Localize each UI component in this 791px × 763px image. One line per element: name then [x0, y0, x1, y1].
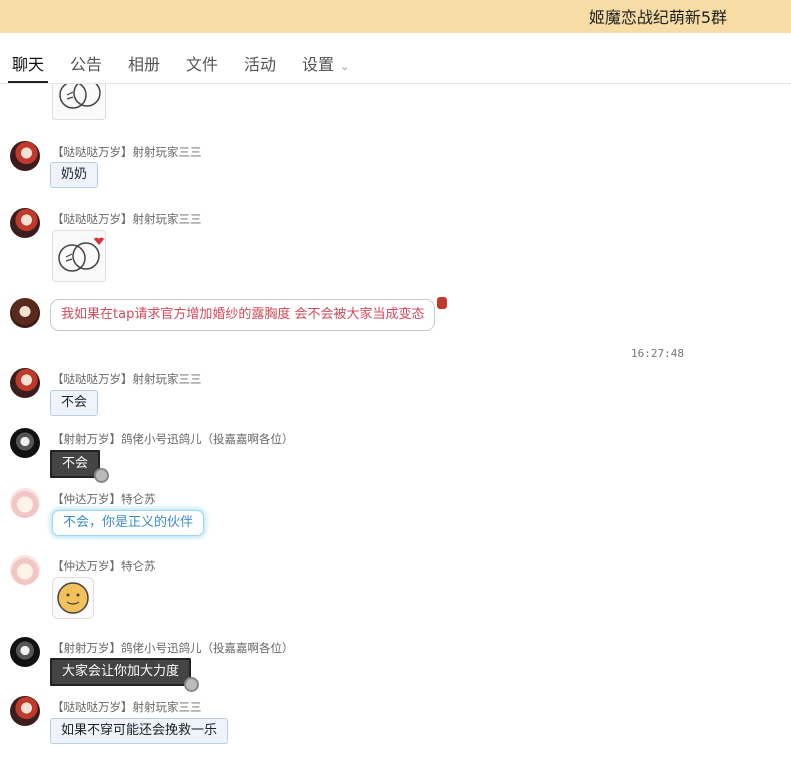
gear-icon: [94, 468, 109, 483]
sticker-image[interactable]: [52, 230, 106, 282]
avatar[interactable]: [10, 298, 40, 328]
chat-area[interactable]: 【哒哒哒万岁】射射玩家三三 奶奶 【哒哒哒万岁】射射玩家三三 我如果在tap请求…: [0, 84, 791, 763]
sender-name: 【射射万岁】鸽佬小号迅鸽儿（投嘉嘉啊各位）: [52, 432, 294, 446]
chevron-down-icon: ⌄: [340, 60, 350, 73]
sticker-image[interactable]: [52, 577, 94, 619]
gear-icon: [184, 677, 199, 692]
avatar[interactable]: [10, 488, 40, 518]
message-bubble[interactable]: 不会: [50, 390, 99, 416]
tab-bar: 聊天 公告 相册 文件 活动 设置 ⌄: [0, 33, 791, 84]
avatar[interactable]: [10, 368, 40, 398]
sender-name: 【仲达万岁】特仑苏: [52, 559, 156, 573]
avatar[interactable]: [10, 428, 40, 458]
sender-name: 【哒哒哒万岁】射射玩家三三: [52, 212, 202, 226]
bow-decoration-icon: [437, 297, 447, 309]
message-bubble[interactable]: 不会: [50, 450, 101, 478]
sticker-image[interactable]: [52, 84, 106, 120]
avatar[interactable]: [10, 637, 40, 667]
tab-chat[interactable]: 聊天: [12, 51, 44, 75]
tab-settings-label: 设置: [302, 55, 335, 74]
message-bubble[interactable]: 大家会让你加大力度: [50, 658, 192, 686]
sender-name: 【哒哒哒万岁】射射玩家三三: [52, 700, 202, 714]
avatar[interactable]: [10, 141, 40, 171]
tab-activity[interactable]: 活动: [244, 51, 276, 75]
message-bubble[interactable]: 我如果在tap请求官方增加婚纱的露胸度 会不会被大家当成变态: [50, 299, 436, 331]
sender-name: 【射射万岁】鸽佬小号迅鸽儿（投嘉嘉啊各位）: [52, 641, 294, 655]
message-bubble[interactable]: 不会，你是正义的伙伴: [52, 510, 205, 536]
avatar[interactable]: [10, 696, 40, 726]
timestamp: 16:27:48: [631, 347, 684, 360]
active-tab-indicator: [8, 81, 48, 83]
avatar[interactable]: [10, 555, 40, 585]
sender-name: 【哒哒哒万岁】射射玩家三三: [52, 145, 202, 159]
sender-name: 【哒哒哒万岁】射射玩家三三: [52, 372, 202, 386]
top-header-bar: 姬魔恋战纪萌新5群: [0, 0, 791, 33]
tab-album[interactable]: 相册: [128, 51, 160, 75]
tab-announcement[interactable]: 公告: [70, 51, 102, 75]
sender-name: 【仲达万岁】特仑苏: [52, 492, 156, 506]
group-title: 姬魔恋战纪萌新5群: [588, 8, 727, 27]
message-bubble[interactable]: 奶奶: [50, 162, 99, 188]
message-bubble[interactable]: 如果不穿可能还会挽救一乐: [50, 718, 229, 744]
avatar[interactable]: [10, 208, 40, 238]
tab-settings[interactable]: 设置 ⌄: [302, 51, 349, 75]
tab-files[interactable]: 文件: [186, 51, 218, 75]
